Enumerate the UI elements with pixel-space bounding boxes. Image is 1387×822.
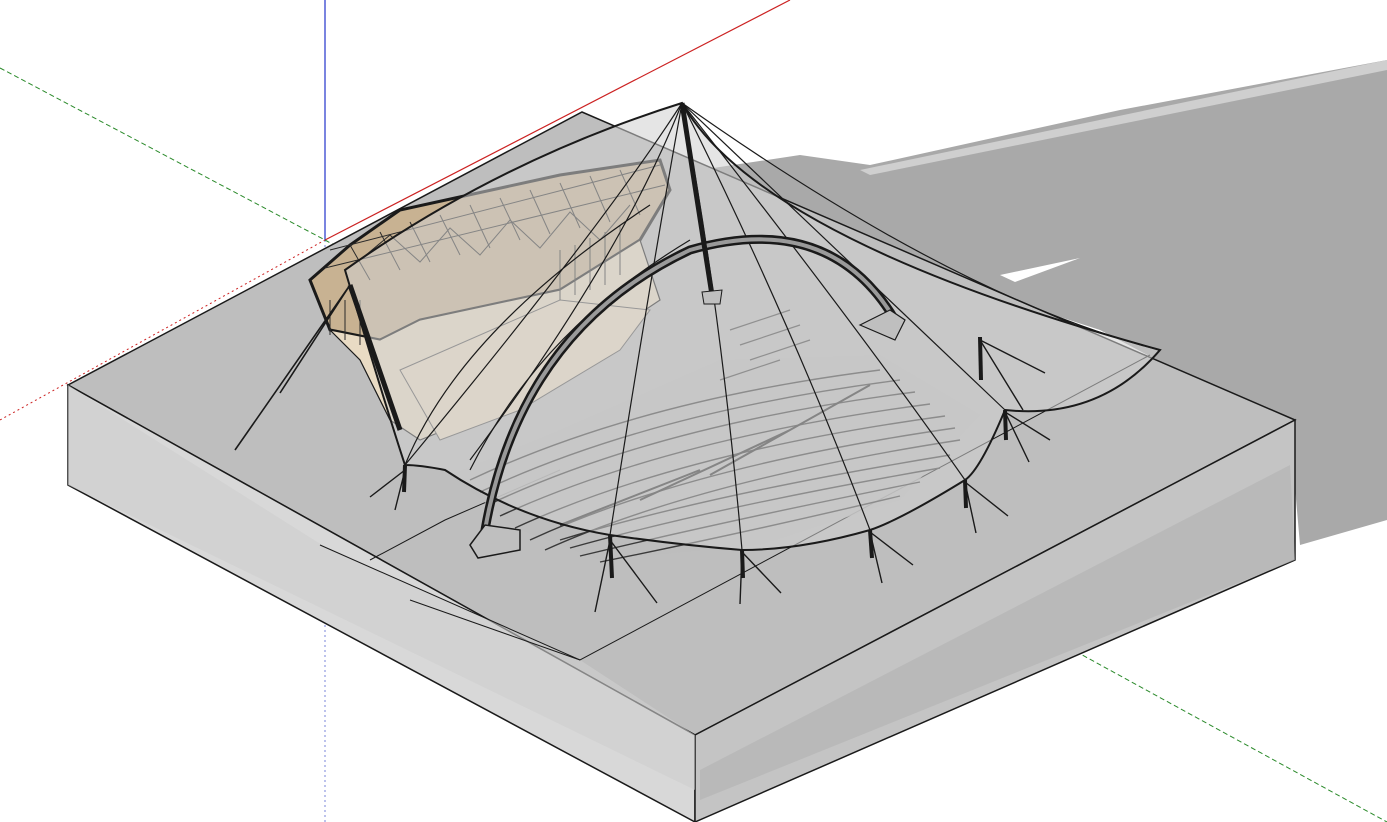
scene-canvas[interactable] [0, 0, 1387, 822]
green-axis [0, 67, 326, 241]
modeling-viewport[interactable] [0, 0, 1387, 822]
